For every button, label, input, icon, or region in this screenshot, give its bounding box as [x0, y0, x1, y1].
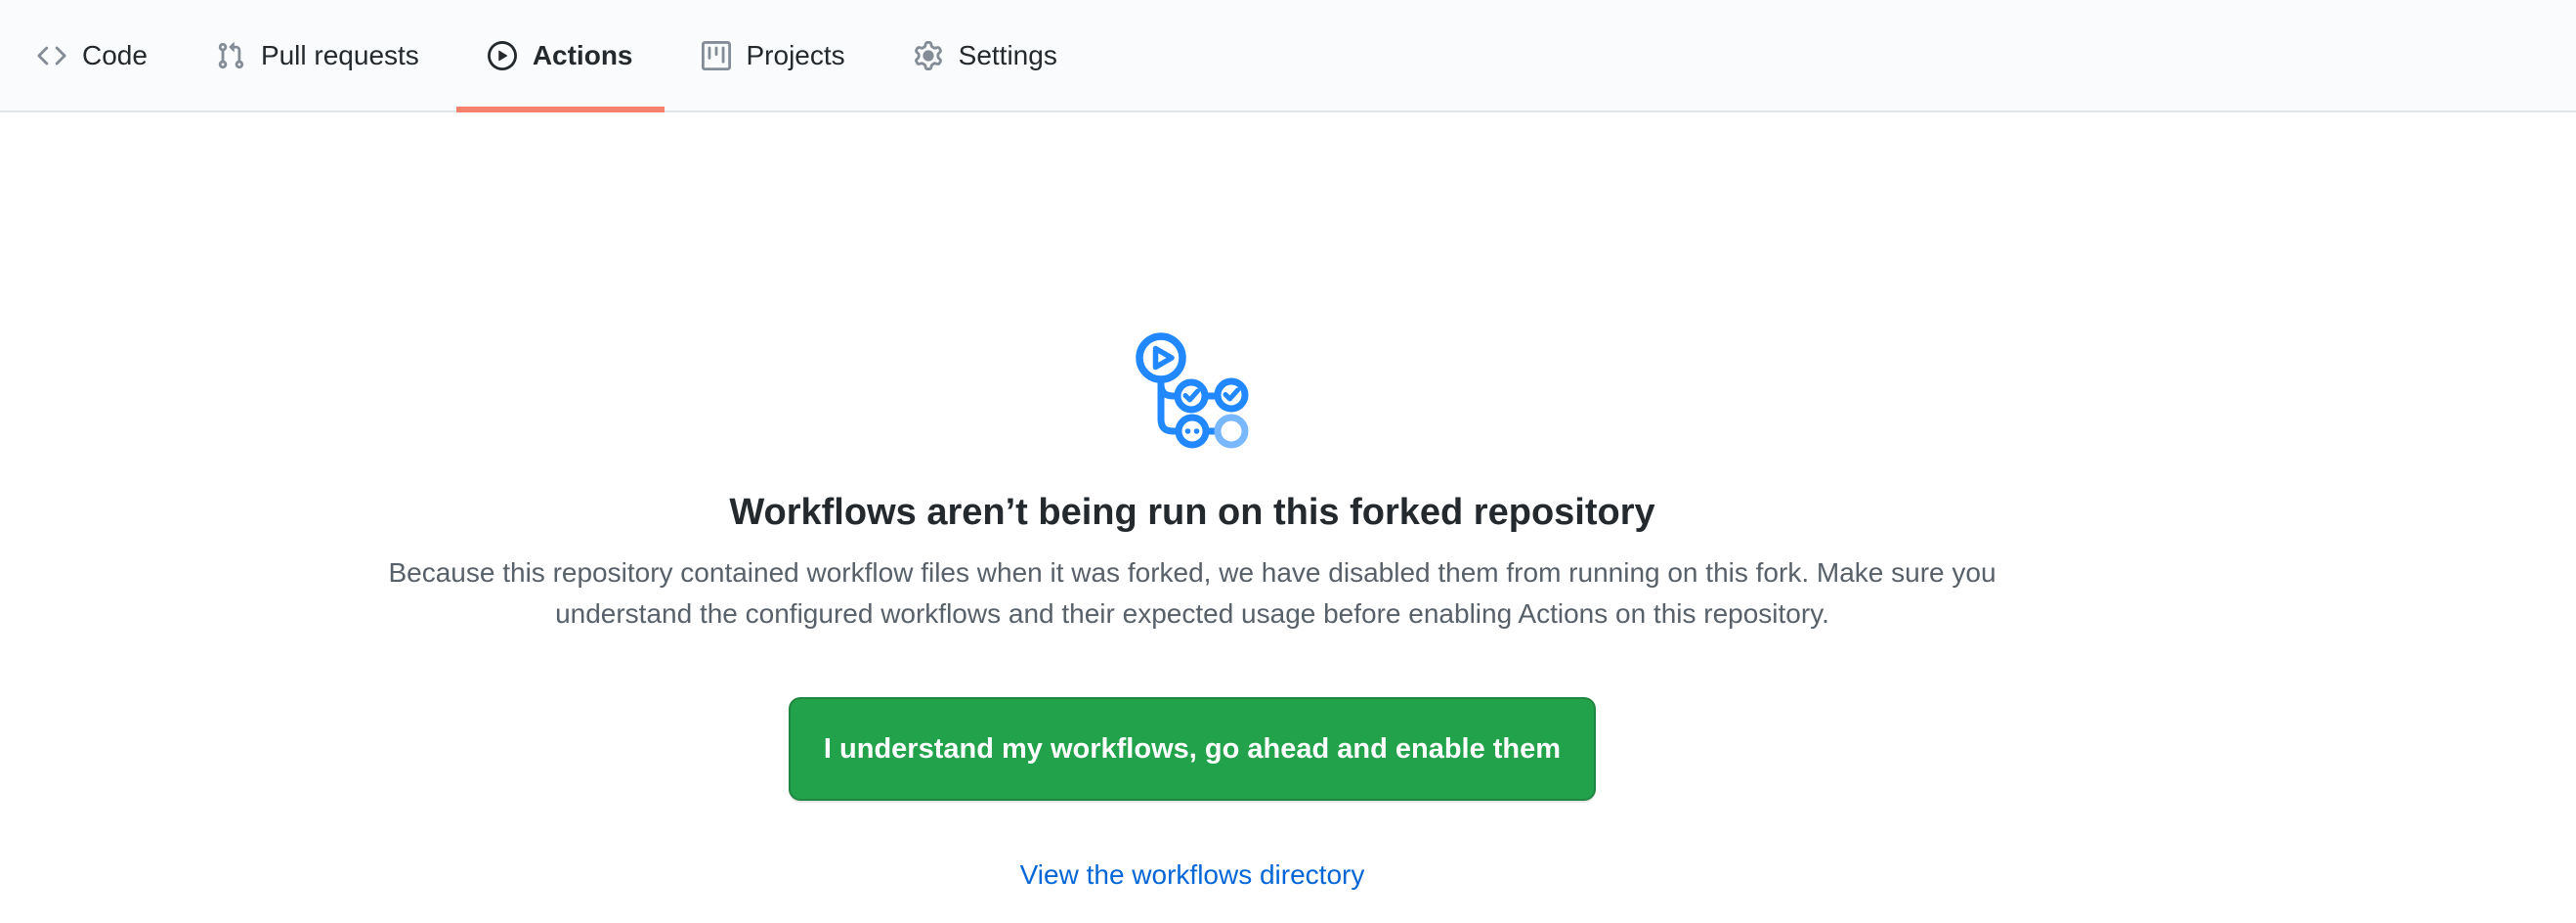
view-workflows-directory-link[interactable]: View the workflows directory: [1020, 856, 1365, 895]
tab-label: Settings: [959, 42, 1057, 69]
project-icon: [702, 41, 731, 70]
code-icon: [37, 41, 66, 70]
gear-icon: [914, 41, 943, 70]
tab-pull-requests[interactable]: Pull requests: [185, 0, 451, 110]
page-title: Workflows aren’t being run on this forke…: [729, 488, 1654, 537]
tab-actions[interactable]: Actions: [456, 0, 665, 110]
repo-tab-bar: Code Pull requests Actions Projects Sett…: [0, 0, 2576, 112]
tab-label: Code: [82, 42, 148, 69]
play-icon: [488, 41, 517, 70]
actions-disabled-page: Workflows aren’t being run on this forke…: [0, 112, 2384, 895]
workflow-illustration-icon: [1135, 330, 1250, 449]
description-text: Because this repository contained workfl…: [384, 552, 2001, 635]
tab-projects[interactable]: Projects: [670, 0, 877, 110]
git-pull-request-icon: [216, 41, 245, 70]
tab-settings[interactable]: Settings: [882, 0, 1089, 110]
tab-label: Actions: [533, 42, 633, 69]
enable-workflows-button[interactable]: I understand my workflows, go ahead and …: [789, 697, 1596, 801]
tab-label: Pull requests: [261, 42, 419, 69]
tab-label: Projects: [747, 42, 845, 69]
workflows-disabled-blankslate: Workflows aren’t being run on this forke…: [0, 112, 2384, 895]
tab-code[interactable]: Code: [6, 0, 179, 110]
